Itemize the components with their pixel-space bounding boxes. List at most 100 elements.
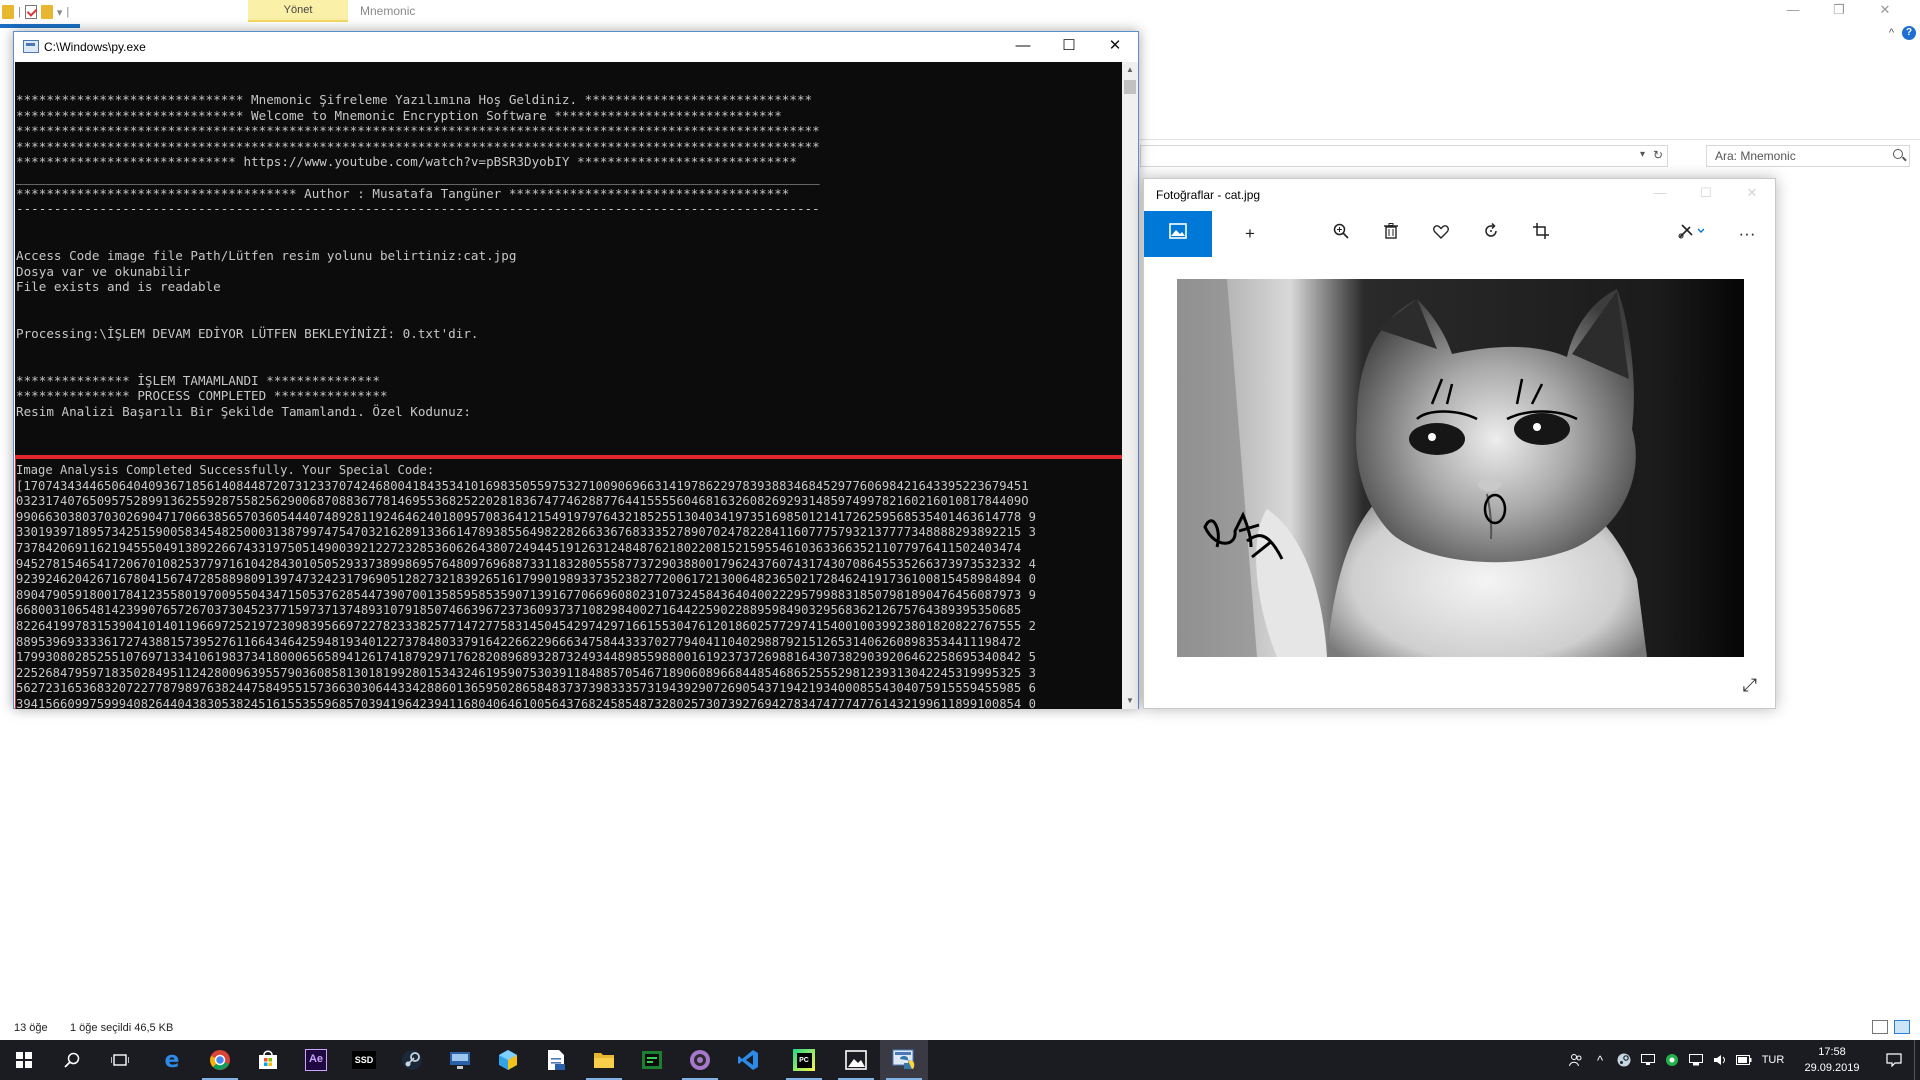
heart-icon[interactable] (1418, 211, 1464, 257)
pycharm-icon[interactable]: PC (780, 1040, 828, 1080)
rotate-icon[interactable] (1468, 211, 1514, 257)
after-effects-icon[interactable]: Ae (292, 1040, 340, 1080)
clock-time: 17:58 (1818, 1046, 1846, 1058)
scroll-thumb[interactable] (1124, 80, 1136, 94)
scroll-up-icon[interactable]: ▲ (1122, 62, 1138, 78)
cube-app-icon[interactable] (484, 1040, 532, 1080)
view-toggles (1872, 1020, 1910, 1034)
steam-tray-icon[interactable] (1612, 1040, 1636, 1080)
console-line: ****************************************… (16, 138, 820, 154)
close-button[interactable]: ✕ (1729, 179, 1775, 209)
monitor-tool-icon[interactable] (436, 1040, 484, 1080)
console-line: ****************************** Mnemonic … (16, 92, 813, 107)
explorer-titlebar: | ▾ | Yönet Mnemonic — ❐ ✕ (0, 0, 1920, 24)
tab-manage[interactable]: Yönet (248, 0, 348, 22)
address-bar[interactable]: ▾ ↻ (1140, 145, 1668, 167)
large-icons-view-icon[interactable] (1894, 1020, 1910, 1034)
more-icon[interactable]: ··· (1724, 211, 1770, 257)
minimize-button[interactable]: — (1770, 0, 1816, 22)
console-line: ****************************** Welcome t… (16, 107, 782, 123)
console-line: File exists and is readable (16, 279, 221, 295)
console-output[interactable]: ****************************** Mnemonic … (15, 62, 1123, 709)
new-folder-icon[interactable] (40, 5, 53, 19)
collapse-ribbon-icon[interactable]: ^ (1889, 27, 1894, 39)
add-icon[interactable]: + (1227, 211, 1273, 257)
network-icon[interactable] (1684, 1040, 1708, 1080)
photos-window-controls: — ☐ ✕ (1637, 179, 1775, 209)
document-app-icon[interactable] (532, 1040, 580, 1080)
language-indicator[interactable]: TUR (1756, 1054, 1790, 1066)
special-code-line: 8895396933336172743881573952761166434642… (16, 634, 1022, 649)
photos-app-icon[interactable] (832, 1040, 880, 1080)
item-count: 13 öğe (14, 1022, 48, 1034)
taskbar: e Ae SSD PC ^ TUR 17:58 29.09.2019 (0, 1040, 1920, 1080)
svg-text:e: e (165, 1049, 180, 1071)
console-titlebar[interactable]: C:\Windows\py.exe — ☐ ✕ (14, 32, 1138, 62)
photos-toolbar: + ··· (1144, 211, 1775, 257)
minimize-button[interactable]: — (1637, 179, 1683, 209)
search-icon[interactable] (1893, 149, 1903, 159)
hex-editor-icon[interactable] (628, 1040, 676, 1080)
ssd-tool-icon[interactable]: SSD (340, 1040, 388, 1080)
special-code-line: 2252684795971835028495112428009639557903… (16, 665, 1036, 680)
ribbon-help-area: ^ ? (1889, 26, 1916, 40)
folder-icon[interactable] (2, 5, 14, 19)
obs-icon[interactable] (676, 1040, 724, 1080)
volume-icon[interactable] (1708, 1040, 1732, 1080)
python-console-icon[interactable] (880, 1040, 928, 1080)
battery-icon[interactable] (1732, 1040, 1756, 1080)
console-window-controls: — ☐ ✕ (1000, 32, 1138, 62)
show-desktop-button[interactable] (1914, 1040, 1920, 1080)
special-code-line: 3941566099759994082644043830538245161553… (16, 696, 1036, 709)
restore-button[interactable]: ❐ (1816, 0, 1862, 22)
maximize-button[interactable]: ☐ (1046, 32, 1092, 62)
console-title: C:\Windows\py.exe (44, 40, 146, 54)
file-tab-strip[interactable] (0, 24, 80, 28)
console-line: ________________________________________… (16, 169, 820, 185)
console-line: *************** İŞLEM TAMAMLANDI *******… (16, 372, 380, 388)
minimize-button[interactable]: — (1000, 32, 1046, 62)
search-input[interactable]: Ara: Mnemonic (1706, 145, 1910, 167)
file-explorer-icon[interactable] (580, 1040, 628, 1080)
console-scrollbar[interactable]: ▲ ▼ (1122, 62, 1138, 709)
vscode-icon[interactable] (724, 1040, 772, 1080)
cat-photo (1177, 279, 1744, 657)
zoom-icon[interactable] (1318, 211, 1364, 257)
console-line: ***************************** https://ww… (16, 154, 797, 170)
search-icon[interactable] (48, 1040, 96, 1080)
crop-icon[interactable] (1518, 211, 1564, 257)
chevron-down-icon[interactable]: ▾ (1640, 149, 1645, 160)
edge-icon[interactable]: e (148, 1040, 196, 1080)
see-all-photos-icon[interactable] (1144, 211, 1212, 257)
maximize-button[interactable]: ☐ (1683, 179, 1729, 209)
scroll-down-icon[interactable]: ▼ (1122, 693, 1138, 709)
show-hidden-icons-icon[interactable]: ^ (1588, 1040, 1612, 1080)
people-icon[interactable] (1564, 1040, 1588, 1080)
explorer-title: Mnemonic (360, 4, 416, 18)
fullscreen-icon[interactable]: ⤢ (1743, 675, 1757, 696)
green-status-icon[interactable] (1660, 1040, 1684, 1080)
details-view-icon[interactable] (1872, 1020, 1888, 1034)
properties-icon[interactable] (24, 5, 37, 19)
customize-qat-icon[interactable]: ▾ (57, 6, 63, 19)
help-icon[interactable]: ? (1902, 26, 1916, 40)
display-tray-icon[interactable] (1636, 1040, 1660, 1080)
photos-window: Fotoğraflar - cat.jpg — ☐ ✕ + ··· ⤢ (1143, 178, 1776, 709)
action-center-icon[interactable] (1874, 1053, 1914, 1067)
close-button[interactable]: ✕ (1862, 0, 1908, 22)
refresh-icon[interactable]: ↻ (1653, 148, 1663, 162)
console-line: ****************************************… (16, 123, 820, 139)
clock[interactable]: 17:58 29.09.2019 (1790, 1044, 1874, 1076)
console-line: ----------------------------------------… (16, 201, 820, 217)
edit-create-icon[interactable] (1668, 211, 1714, 257)
task-view-icon[interactable] (96, 1040, 144, 1080)
store-icon[interactable] (244, 1040, 292, 1080)
start-button[interactable] (0, 1040, 48, 1080)
special-code-line: 6680031065481423990765726703730452377159… (16, 603, 1022, 618)
chrome-icon[interactable] (196, 1040, 244, 1080)
delete-icon[interactable] (1368, 211, 1414, 257)
steam-icon[interactable] (388, 1040, 436, 1080)
close-button[interactable]: ✕ (1092, 32, 1138, 62)
